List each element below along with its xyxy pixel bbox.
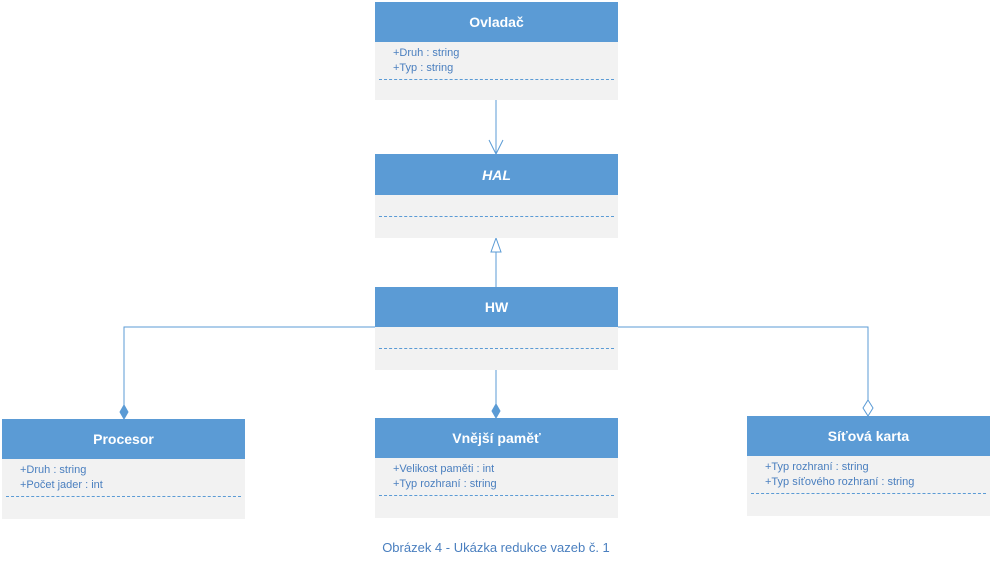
class-vnejsi-pamet-attributes: +Velikost paměti : int +Typ rozhraní : s… [379, 458, 614, 496]
class-vnejsi-pamet[interactable]: Vnější paměť +Velikost paměti : int +Typ… [375, 418, 618, 518]
hw-procesor-line [123, 326, 375, 405]
attribute: +Počet jader : int [20, 479, 103, 491]
figure-caption: Obrázek 4 - Ukázka redukce vazeb č. 1 [382, 540, 610, 555]
class-ovladac-attributes: +Druh : string +Typ : string [379, 42, 614, 80]
class-vnejsi-pamet-name: Vnější paměť [375, 418, 618, 458]
class-hw-attributes [379, 327, 614, 349]
attribute: +Typ rozhraní : string [393, 478, 497, 490]
class-hal-attributes [379, 195, 614, 217]
class-sitova-karta-name: Síťová karta [747, 416, 990, 456]
attribute: +Typ : string [393, 62, 454, 74]
class-sitova-karta[interactable]: Síťová karta +Typ rozhraní : string +Typ… [747, 416, 990, 516]
class-hal[interactable]: HAL [375, 154, 618, 238]
class-procesor[interactable]: Procesor +Druh : string +Počet jader : i… [2, 419, 245, 519]
hw-sitova-line [618, 326, 869, 400]
class-hw[interactable]: HW [375, 287, 618, 370]
composition-diamond-procesor [119, 403, 129, 421]
attribute: +Typ síťového rozhraní : string [765, 476, 915, 488]
composition-diamond-pamet [491, 402, 501, 420]
attribute: +Druh : string [20, 464, 87, 476]
attribute: +Typ rozhraní : string [765, 461, 869, 473]
attribute: +Velikost paměti : int [393, 463, 495, 475]
class-hal-name: HAL [375, 154, 618, 195]
class-procesor-attributes: +Druh : string +Počet jader : int [6, 459, 241, 497]
generalization-triangle [490, 236, 502, 253]
class-hw-name: HW [375, 287, 618, 327]
class-ovladac[interactable]: Ovladač +Druh : string +Typ : string [375, 2, 618, 100]
class-procesor-name: Procesor [2, 419, 245, 459]
class-sitova-karta-attributes: +Typ rozhraní : string +Typ síťového roz… [751, 456, 986, 494]
class-ovladac-name: Ovladač [375, 2, 618, 42]
attribute: +Druh : string [393, 47, 460, 59]
aggregation-diamond-sitova [862, 399, 874, 417]
